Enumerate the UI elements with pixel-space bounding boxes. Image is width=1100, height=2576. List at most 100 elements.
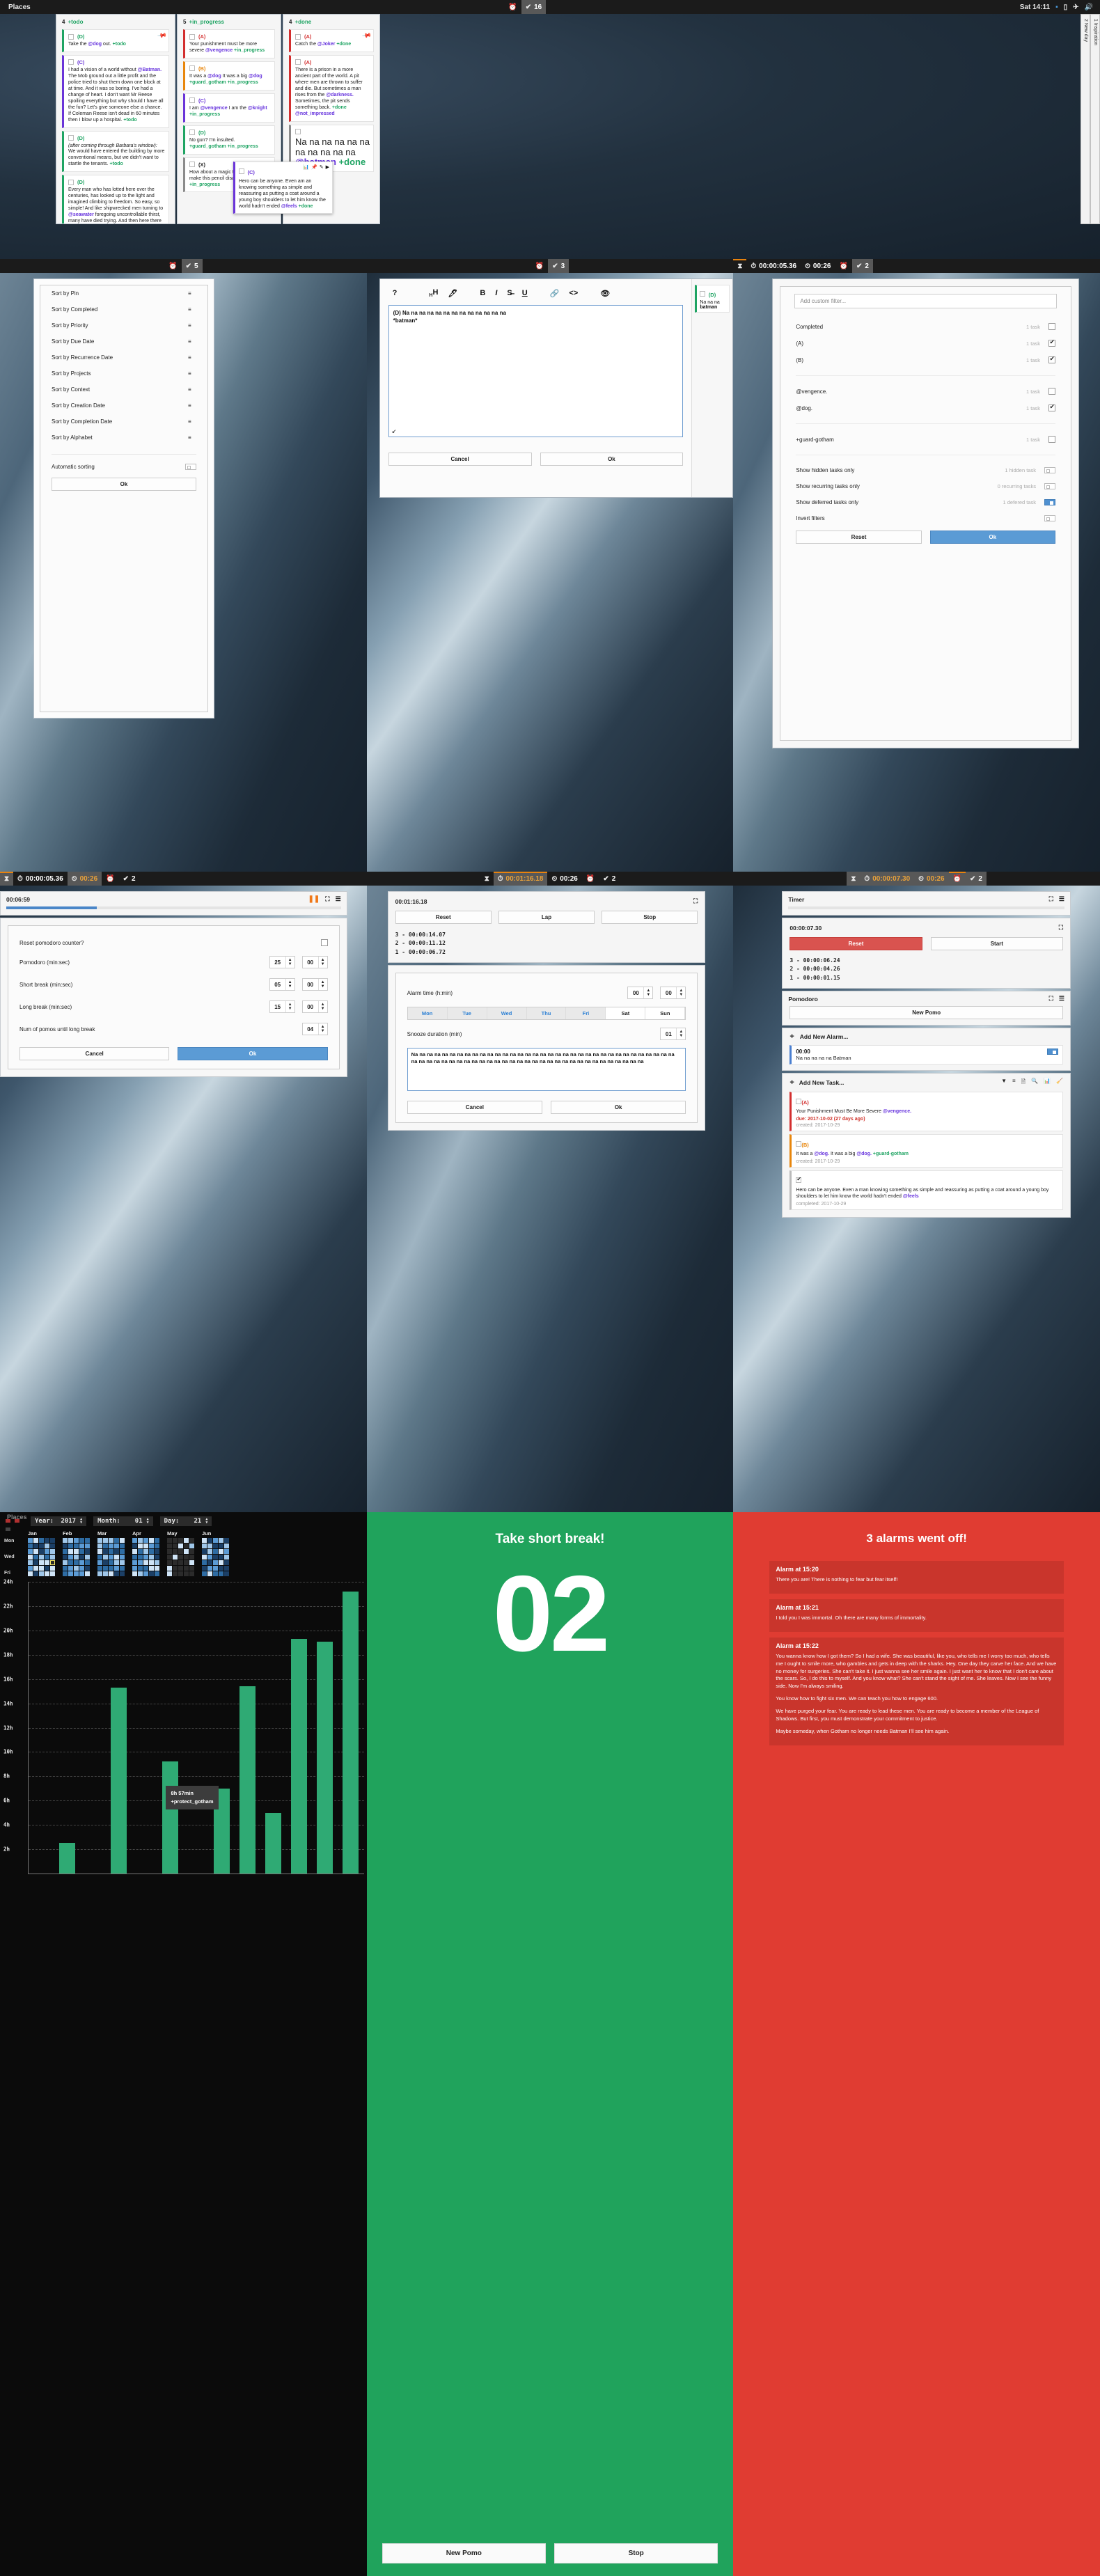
heatmap-month[interactable]: May bbox=[167, 1530, 194, 1576]
heatmap-cell[interactable] bbox=[39, 1544, 44, 1548]
bar[interactable] bbox=[291, 1639, 308, 1874]
code-icon[interactable]: <> bbox=[569, 289, 578, 297]
heatmap-cell[interactable] bbox=[120, 1544, 125, 1548]
heatmap-cell[interactable] bbox=[178, 1538, 183, 1543]
alarm-message-input[interactable]: Na na na na na na na na na na na na na n… bbox=[407, 1048, 686, 1092]
alarm-clock-icon[interactable]: ⏰ bbox=[835, 259, 852, 273]
heatmap-cell[interactable] bbox=[74, 1571, 79, 1576]
heatmap-cell[interactable] bbox=[143, 1560, 148, 1565]
filter-checkbox[interactable] bbox=[1048, 403, 1055, 411]
heatmap-cell[interactable] bbox=[79, 1555, 84, 1560]
minutes-stepper[interactable]: 15 ▲ ▼ bbox=[269, 1000, 295, 1013]
heatmap-cell[interactable] bbox=[149, 1549, 154, 1554]
filter-toggle[interactable] bbox=[1044, 515, 1055, 521]
heatmap-cell[interactable] bbox=[149, 1555, 154, 1560]
heatmap-cell[interactable] bbox=[109, 1566, 113, 1571]
heatmap-cell[interactable] bbox=[224, 1560, 229, 1565]
heatmap-cell[interactable] bbox=[45, 1566, 49, 1571]
new-pomo-button[interactable]: New Pomo bbox=[789, 1006, 1063, 1020]
heatmap-cell[interactable] bbox=[85, 1566, 90, 1571]
bold-icon[interactable]: B bbox=[480, 289, 485, 297]
filter-row[interactable]: +guard-gotham 1 task bbox=[785, 431, 1067, 448]
filter-row[interactable]: (A) 1 task bbox=[785, 335, 1067, 352]
plus-icon[interactable]: + bbox=[789, 1078, 794, 1087]
sort-option-row[interactable]: Sort by Due Date ≡ bbox=[40, 333, 207, 350]
heatmap-cell[interactable] bbox=[114, 1560, 119, 1565]
filter-toggle-row[interactable]: Show recurring tasks only 0 recurring tas… bbox=[785, 478, 1067, 494]
heatmap-cell[interactable] bbox=[207, 1555, 212, 1560]
heatmap-cell[interactable] bbox=[143, 1566, 148, 1571]
sort-direction-icon[interactable]: ≡ bbox=[188, 386, 196, 393]
task-checkbox[interactable] bbox=[68, 179, 74, 185]
bar[interactable] bbox=[343, 1591, 359, 1874]
alarm-time-row[interactable]: Alarm time (h:min) 00 ▲ ▼ 00 ▲ ▼ bbox=[396, 982, 698, 1004]
pomodoro-cancel-button[interactable]: Cancel bbox=[19, 1047, 170, 1060]
chevron-down-icon[interactable]: ▼ bbox=[679, 993, 683, 997]
reset-counter-row[interactable]: Reset pomodoro counter? bbox=[8, 934, 339, 951]
heatmap-cell[interactable] bbox=[132, 1544, 137, 1548]
automatic-sorting-row[interactable]: Automatic sorting bbox=[40, 459, 207, 475]
heatmap-cell[interactable] bbox=[33, 1549, 38, 1554]
heatmap-cell[interactable] bbox=[189, 1549, 194, 1554]
weekday-toggle-sat[interactable]: Sat bbox=[606, 1007, 646, 1020]
heatmap-cell[interactable] bbox=[167, 1560, 172, 1565]
sort-direction-icon[interactable]: ≡ bbox=[188, 434, 196, 441]
heatmap-cell[interactable] bbox=[219, 1566, 223, 1571]
hourglass-icon[interactable]: ⧗ bbox=[0, 872, 14, 886]
heatmap-cell[interactable] bbox=[132, 1560, 137, 1565]
stopwatch-indicator[interactable]: ⏱ 00:01:16.18 bbox=[493, 872, 548, 886]
heatmap-cell[interactable] bbox=[109, 1560, 113, 1565]
filter-checkbox[interactable] bbox=[1048, 355, 1055, 363]
airplane-icon[interactable]: ✈ bbox=[1073, 3, 1078, 11]
pause-icon[interactable]: ❚❚ bbox=[308, 895, 320, 903]
heading-icon[interactable]: HH bbox=[429, 288, 438, 298]
heatmap-cell[interactable] bbox=[68, 1538, 73, 1543]
strikethrough-icon[interactable]: S̶ bbox=[507, 289, 512, 297]
heatmap-cell[interactable] bbox=[173, 1538, 178, 1543]
heatmap-cell[interactable] bbox=[97, 1544, 102, 1548]
heatmap-cell[interactable] bbox=[178, 1555, 183, 1560]
heatmap-cell[interactable] bbox=[189, 1544, 194, 1548]
alarm-minute-stepper[interactable]: 00 ▲ ▼ bbox=[660, 987, 686, 1000]
sort-direction-icon[interactable]: ≡ bbox=[188, 290, 196, 297]
alarm-notification-card[interactable]: Alarm at 15:21 I told you I was immortal.… bbox=[769, 1599, 1064, 1632]
heatmap-month[interactable]: Feb bbox=[63, 1530, 90, 1576]
filter-toggle-row[interactable]: Show deferred tasks only 1 defered task bbox=[785, 494, 1067, 510]
date-stepper[interactable]: Year: 2017 ▲ ▼ bbox=[31, 1516, 87, 1526]
broom-icon[interactable]: 🧹 bbox=[1056, 1078, 1063, 1087]
heatmap-cell[interactable] bbox=[178, 1549, 183, 1554]
sort-option-row[interactable]: Sort by Pin ≡ bbox=[40, 285, 207, 301]
heatmap-cell[interactable] bbox=[97, 1566, 102, 1571]
heatmap-cell[interactable] bbox=[155, 1555, 159, 1560]
fullscreen-icon[interactable]: ⛶ bbox=[1049, 995, 1053, 1003]
heatmap-cell[interactable] bbox=[178, 1571, 183, 1576]
sort-direction-icon[interactable]: ≡ bbox=[188, 306, 196, 313]
pomodoro-indicator[interactable]: ⏲ 00:26 bbox=[914, 872, 949, 886]
heatmap-cell[interactable] bbox=[85, 1555, 90, 1560]
heatmap-cell[interactable] bbox=[68, 1560, 73, 1565]
heatmap-cell[interactable] bbox=[219, 1538, 223, 1543]
bar[interactable] bbox=[317, 1641, 333, 1874]
weekday-toggle-mon[interactable]: Mon bbox=[407, 1007, 448, 1020]
heatmap-cell[interactable] bbox=[184, 1538, 189, 1543]
heatmap-cell[interactable] bbox=[132, 1549, 137, 1554]
stopwatch-indicator[interactable]: ⏱ 00:00:05.36 bbox=[13, 872, 68, 886]
chevron-down-icon[interactable]: ▼ bbox=[288, 1007, 292, 1011]
heatmap-cell[interactable] bbox=[219, 1544, 223, 1548]
pomodoro-field-row[interactable]: Long break (min:sec) 15 ▲ ▼ 00 ▲ ▼ bbox=[8, 996, 339, 1018]
filter-checkbox[interactable] bbox=[1048, 436, 1055, 443]
fullscreen-icon[interactable]: ⛶ bbox=[325, 895, 329, 903]
heatmap-cell[interactable] bbox=[167, 1538, 172, 1543]
heatmap-cell[interactable] bbox=[39, 1571, 44, 1576]
heatmap-cell[interactable] bbox=[28, 1571, 33, 1576]
heatmap-cell[interactable] bbox=[167, 1544, 172, 1548]
weekday-toggle-wed[interactable]: Wed bbox=[487, 1007, 527, 1020]
heatmap-cell[interactable] bbox=[143, 1555, 148, 1560]
heatmap-cell[interactable] bbox=[50, 1566, 55, 1571]
heatmap-cell[interactable] bbox=[103, 1544, 108, 1548]
alarm-clock-icon[interactable]: ⏰ bbox=[582, 872, 599, 886]
card-actions[interactable]: 📊 📌 ✎ ▶ bbox=[303, 164, 329, 170]
sort-direction-icon[interactable]: ≡ bbox=[188, 338, 196, 345]
heatmap-cell[interactable] bbox=[79, 1538, 84, 1543]
heatmap-cell[interactable] bbox=[28, 1555, 33, 1560]
